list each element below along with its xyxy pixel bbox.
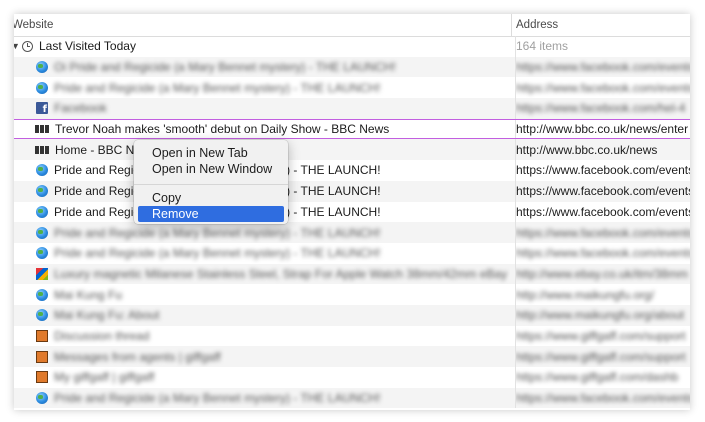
row-title: Pride and Regicide (a Mary Bennet myster… <box>54 225 381 240</box>
row-title: Pride and Regicide (a Mary Bennet myster… <box>54 246 381 261</box>
clock-icon <box>22 40 33 52</box>
giffgaff-icon <box>36 329 48 342</box>
history-row[interactable]: Luxury magnetic Milanese Stainless Steel… <box>14 263 690 285</box>
history-row[interactable]: Pride and Regicide (a Mary Bennet myster… <box>14 77 690 99</box>
row-address: https://www.giffgaff.com/support <box>516 328 686 343</box>
address-column-header[interactable]: Address <box>516 14 690 36</box>
history-row[interactable]: Facebook https://www.facebook.com/hel-4 <box>14 98 690 119</box>
history-row[interactable]: Trevor Noah makes 'smooth' debut on Dail… <box>14 118 690 140</box>
menu-item-open-in-new-window[interactable]: Open in New Window <box>138 161 284 177</box>
row-address: http://www.maikungfu.org/ <box>516 287 655 302</box>
row-address: https://www.facebook.com/events <box>516 225 690 240</box>
group-title: Last Visited Today <box>39 39 136 54</box>
group-row-last-visited-today[interactable]: ▼ Last Visited Today 164 items <box>14 36 690 57</box>
group-count: 164 items <box>516 39 569 54</box>
giffgaff-icon <box>36 350 48 363</box>
menu-item-open-in-new-tab[interactable]: Open in New Tab <box>138 145 284 161</box>
row-address: http://www.ebay.co.uk/itm/38mm <box>516 266 688 281</box>
menu-item-copy[interactable]: Copy <box>138 190 284 206</box>
row-title: Luxury magnetic Milanese Stainless Steel… <box>54 266 508 281</box>
row-title: Mai Kung Fu <box>54 287 123 302</box>
website-column-header[interactable]: Website <box>14 14 512 36</box>
row-address: https://www.facebook.com/events <box>516 80 690 95</box>
history-row[interactable]: Messages from agents | giffgaff https://w… <box>14 346 690 367</box>
address-header-label: Address <box>516 19 559 31</box>
row-address: https://www.facebook.com/hel-4 <box>516 101 686 116</box>
globe-icon <box>36 164 48 177</box>
globe-icon <box>36 81 48 94</box>
bbc-icon <box>35 145 49 154</box>
giffgaff-icon <box>36 371 48 384</box>
row-title: Mai Kung Fu: About <box>54 308 160 323</box>
globe-icon <box>36 205 48 218</box>
history-row[interactable]: Pride and Regicide (a Mary Bennet myster… <box>14 201 690 223</box>
bbc-icon <box>35 125 49 134</box>
ebay-icon <box>36 267 48 280</box>
row-title: Trevor Noah makes 'smooth' debut on Dail… <box>55 122 390 137</box>
history-row[interactable]: My giffgaff | giffgaff https://www.giffga… <box>14 367 690 388</box>
globe-icon <box>36 226 48 239</box>
history-row[interactable]: Oi Pride and Regicide (a Mary Bennet mys… <box>14 56 690 78</box>
row-title: My giffgaff | giffgaff <box>54 370 155 385</box>
history-row[interactable]: Home - BBC News http://www.bbc.co.uk/news <box>14 139 690 161</box>
context-menu: Open in New Tab Open in New Window Copy … <box>134 140 288 224</box>
globe-icon <box>36 288 48 301</box>
table-header: Website Address <box>14 14 690 37</box>
row-title: Messages from agents | giffgaff <box>54 349 221 364</box>
history-row[interactable]: Pride and Regicide (a Mary Bennet myster… <box>14 387 690 409</box>
menu-item-remove[interactable]: Remove <box>138 206 284 222</box>
history-row[interactable]: Mai Kung Fu: About http://www.maikungfu.o… <box>14 304 690 326</box>
disclosure-triangle-icon[interactable]: ▼ <box>14 41 21 51</box>
row-address: https://www.facebook.com/events <box>516 391 690 406</box>
history-row[interactable]: Pride and Regicide (a Mary Bennet myster… <box>14 242 690 264</box>
row-title: Discussion thread <box>54 328 150 343</box>
globe-icon <box>36 392 48 405</box>
history-row[interactable]: Mai Kung Fu http://www.maikungfu.org/ <box>14 284 690 305</box>
row-address: https://www.facebook.com/events <box>516 184 690 199</box>
row-title: Facebook <box>54 101 107 116</box>
website-header-label: Website <box>14 19 54 31</box>
row-title: Pride and Regicide (a Mary Bennet myster… <box>54 391 381 406</box>
globe-icon <box>36 309 48 322</box>
row-address: https://www.facebook.com/events <box>516 204 690 219</box>
row-address: https://www.facebook.com/events <box>516 163 690 178</box>
history-row[interactable]: Discussion thread https://www.giffgaff.co… <box>14 325 690 347</box>
globe-icon <box>36 185 48 198</box>
history-window: Website Address ▼ Last Visited Today 164… <box>14 14 690 410</box>
history-list: ▼ Last Visited Today 164 items Oi Pride … <box>14 36 690 409</box>
row-address: http://www.maikungfu.org/about <box>516 308 685 323</box>
history-row[interactable]: Pride and Regicide (a Mary Bennet myster… <box>14 222 690 243</box>
row-address: http://www.bbc.co.uk/news <box>516 142 658 157</box>
history-row[interactable]: Pride and Regicide (a Mary Bennet myster… <box>14 160 690 181</box>
globe-icon <box>36 247 48 260</box>
row-address: https://www.giffgaff.com/support <box>516 349 686 364</box>
facebook-icon <box>36 102 48 115</box>
row-title: Pride and Regicide (a Mary Bennet myster… <box>54 80 381 95</box>
row-title: Oi Pride and Regicide (a Mary Bennet mys… <box>54 60 396 75</box>
row-address: https://www.facebook.com/events <box>516 246 690 261</box>
menu-separator <box>134 184 288 185</box>
row-address: https://www.facebook.com/events <box>516 60 690 75</box>
history-row[interactable]: Pride and Regicide (a Mary Bennet myster… <box>14 180 690 202</box>
globe-icon <box>36 61 48 74</box>
row-address: https://www.giffgaff.com/dashb <box>516 370 679 385</box>
row-address: http://www.bbc.co.uk/news/enter <box>516 122 689 137</box>
